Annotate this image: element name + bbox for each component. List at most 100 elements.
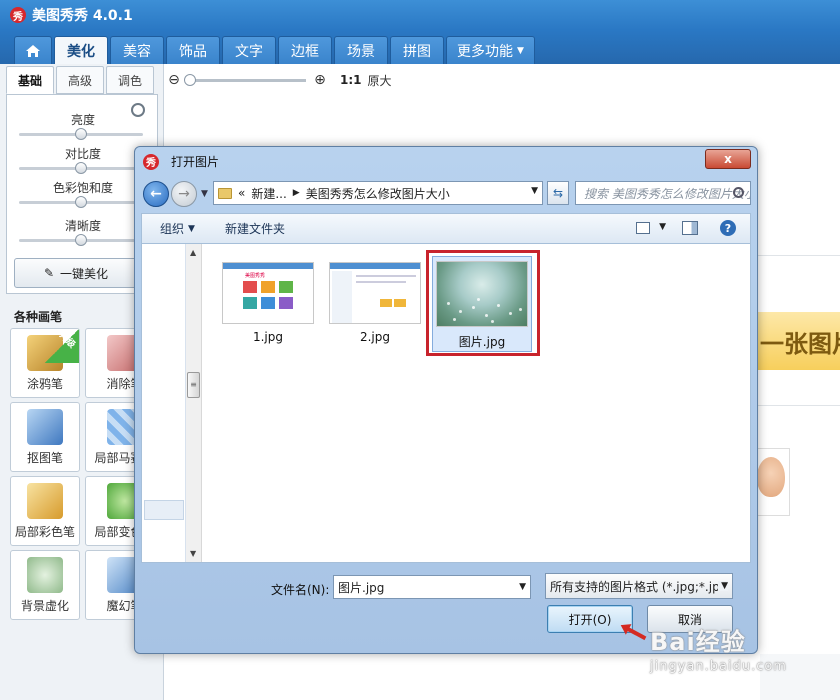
tool-label: 局部彩色笔	[14, 525, 75, 539]
dialog-title: 打开图片	[171, 155, 220, 169]
watermark-main: Bai经验	[650, 628, 746, 656]
sub-tab-color[interactable]: 调色	[106, 66, 154, 94]
zoom-ratio[interactable]: 1:1	[340, 73, 362, 87]
arrow-left-icon: ←	[150, 186, 162, 202]
tool-label: 背景虚化	[20, 599, 69, 613]
search-icon	[733, 187, 744, 198]
color-brush-icon	[27, 483, 63, 519]
tab-text[interactable]: 文字	[222, 36, 276, 64]
slider-knob[interactable]	[75, 234, 87, 246]
folder-icon	[218, 187, 232, 199]
breadcrumb-item[interactable]: 美图秀秀怎么修改图片大小	[306, 185, 450, 202]
app-logo-icon: 秀	[10, 7, 26, 23]
scroll-thumb[interactable]: ≡	[187, 372, 200, 398]
watermark: Bai经验 jingyan.baidu.com	[650, 622, 820, 682]
tool-doodle-pen[interactable]: 涂鸦笔 升级	[10, 328, 80, 398]
address-row: ← → ▼ « 新建... ▶ 美图秀秀怎么修改图片大小 ▼ ⇆ 搜索 美图秀秀…	[141, 181, 751, 209]
tab-more-label: 更多功能	[457, 43, 513, 60]
slider-knob[interactable]	[75, 162, 87, 174]
tool-label: 涂鸦笔	[26, 377, 63, 391]
help-icon[interactable]: ?	[720, 220, 736, 236]
sub-tab-basic[interactable]: 基础	[6, 66, 54, 94]
tab-more[interactable]: 更多功能 ▼	[446, 36, 535, 64]
chevron-down-icon: ▼	[188, 223, 195, 234]
divider	[756, 405, 840, 406]
slider-brightness: 亮度	[7, 111, 159, 128]
zoom-original-label[interactable]: 原大	[368, 72, 392, 89]
file-item[interactable]: 美图秀秀 1.jpg	[218, 262, 318, 344]
breadcrumb-item[interactable]: 新建...	[251, 185, 286, 202]
slider-knob[interactable]	[75, 196, 87, 208]
sub-tab-advanced[interactable]: 高级	[56, 66, 104, 94]
preview-pane-icon[interactable]	[682, 221, 698, 235]
scroll-up-icon[interactable]: ▲	[190, 248, 196, 257]
tool-cutout-pen[interactable]: 抠图笔	[10, 402, 80, 472]
chevron-down-icon[interactable]: ▼	[519, 582, 526, 592]
app-title: 美图秀秀 4.0.1	[32, 8, 133, 24]
filename-label: 文件名(N):	[271, 583, 330, 597]
canvas-banner: 一张图片	[754, 312, 840, 370]
chevron-down-icon: ▼	[718, 581, 728, 591]
breadcrumb-separator-icon: ▶	[292, 188, 300, 198]
filetype-select[interactable]: 所有支持的图片格式 (*.jpg;*.jp ▼	[545, 573, 733, 599]
tool-label: 抠图笔	[26, 451, 63, 465]
zoom-knob[interactable]	[184, 73, 196, 86]
organize-label: 组织	[160, 222, 185, 236]
tool-color-pen[interactable]: 局部彩色笔	[10, 476, 80, 546]
chevron-down-icon[interactable]: ▼	[659, 222, 666, 232]
home-icon	[26, 44, 40, 57]
scrollbar[interactable]: ▲ ≡ ▼	[186, 244, 202, 562]
open-image-dialog: 秀 打开图片 x ← → ▼ « 新建... ▶ 美图秀秀怎么修改图片大小 ▼ …	[134, 146, 758, 654]
new-folder-button[interactable]: 新建文件夹	[225, 220, 285, 237]
divider	[756, 255, 840, 256]
chevron-down-icon[interactable]: ▼	[531, 186, 538, 196]
file-item[interactable]: 2.jpg	[325, 262, 425, 344]
filename-value: 图片.jpg	[338, 580, 385, 595]
main-nav: 美化 美容 饰品 文字 边框 场景 拼图 更多功能 ▼	[0, 30, 840, 64]
scroll-down-icon[interactable]: ▼	[190, 549, 196, 558]
filename-field[interactable]: 图片.jpg ▼	[333, 575, 531, 599]
file-list-area: ▲ ≡ ▼ 美图秀秀 1.jpg 2.jpg 图片.jpg	[141, 243, 751, 563]
zoom-slider[interactable]	[184, 73, 306, 86]
filetype-value: 所有支持的图片格式 (*.jpg;*.jp	[550, 579, 720, 594]
navigation-pane	[142, 244, 186, 562]
close-icon: x	[724, 152, 732, 166]
file-thumbnail	[329, 262, 421, 324]
upgrade-badge: 升级	[45, 329, 79, 363]
slider-knob[interactable]	[75, 128, 87, 140]
one-key-beautify-button[interactable]: ✎ 一键美化	[14, 258, 138, 288]
sub-tabs: 基础 高级 调色	[6, 66, 154, 94]
tab-accessories[interactable]: 饰品	[166, 36, 220, 64]
tab-border[interactable]: 边框	[278, 36, 332, 64]
brush-section-title: 各种画笔	[14, 310, 63, 324]
blur-icon	[27, 557, 63, 593]
watermark-sub: jingyan.baidu.com	[650, 659, 787, 674]
zoom-in-icon[interactable]: ⊕	[312, 72, 328, 88]
file-thumbnail: 美图秀秀	[222, 262, 314, 324]
zoom-bar: ⊖ ⊕ 1:1 原大	[166, 66, 392, 94]
tab-beauty[interactable]: 美容	[110, 36, 164, 64]
back-button[interactable]: ←	[143, 181, 169, 207]
zoom-out-icon[interactable]: ⊖	[166, 72, 182, 88]
tab-beautify[interactable]: 美化	[54, 36, 108, 64]
navigation-pane-selection[interactable]	[144, 500, 184, 520]
search-input[interactable]: 搜索 美图秀秀怎么修改图片大小	[575, 181, 751, 205]
tool-background-blur[interactable]: 背景虚化	[10, 550, 80, 620]
refresh-button[interactable]: ⇆	[547, 181, 569, 205]
tab-scene[interactable]: 场景	[334, 36, 388, 64]
new-folder-label: 新建文件夹	[224, 222, 285, 236]
history-dropdown-icon[interactable]: ▼	[201, 189, 208, 199]
file-name: 2.jpg	[359, 330, 391, 344]
organize-menu[interactable]: 组织 ▼	[160, 220, 195, 237]
magic-wand-icon: ✎	[43, 266, 55, 280]
home-tab[interactable]	[14, 36, 52, 64]
dialog-title-bar: 秀 打开图片	[143, 153, 219, 170]
tab-collage[interactable]: 拼图	[390, 36, 444, 64]
forward-button[interactable]: →	[171, 181, 197, 207]
view-icon[interactable]	[636, 222, 650, 234]
arrow-right-icon: →	[178, 186, 190, 202]
breadcrumb-prefix[interactable]: «	[238, 186, 245, 200]
address-bar[interactable]: « 新建... ▶ 美图秀秀怎么修改图片大小 ▼	[213, 181, 543, 205]
cutout-pen-icon	[27, 409, 63, 445]
close-button[interactable]: x	[705, 149, 751, 169]
